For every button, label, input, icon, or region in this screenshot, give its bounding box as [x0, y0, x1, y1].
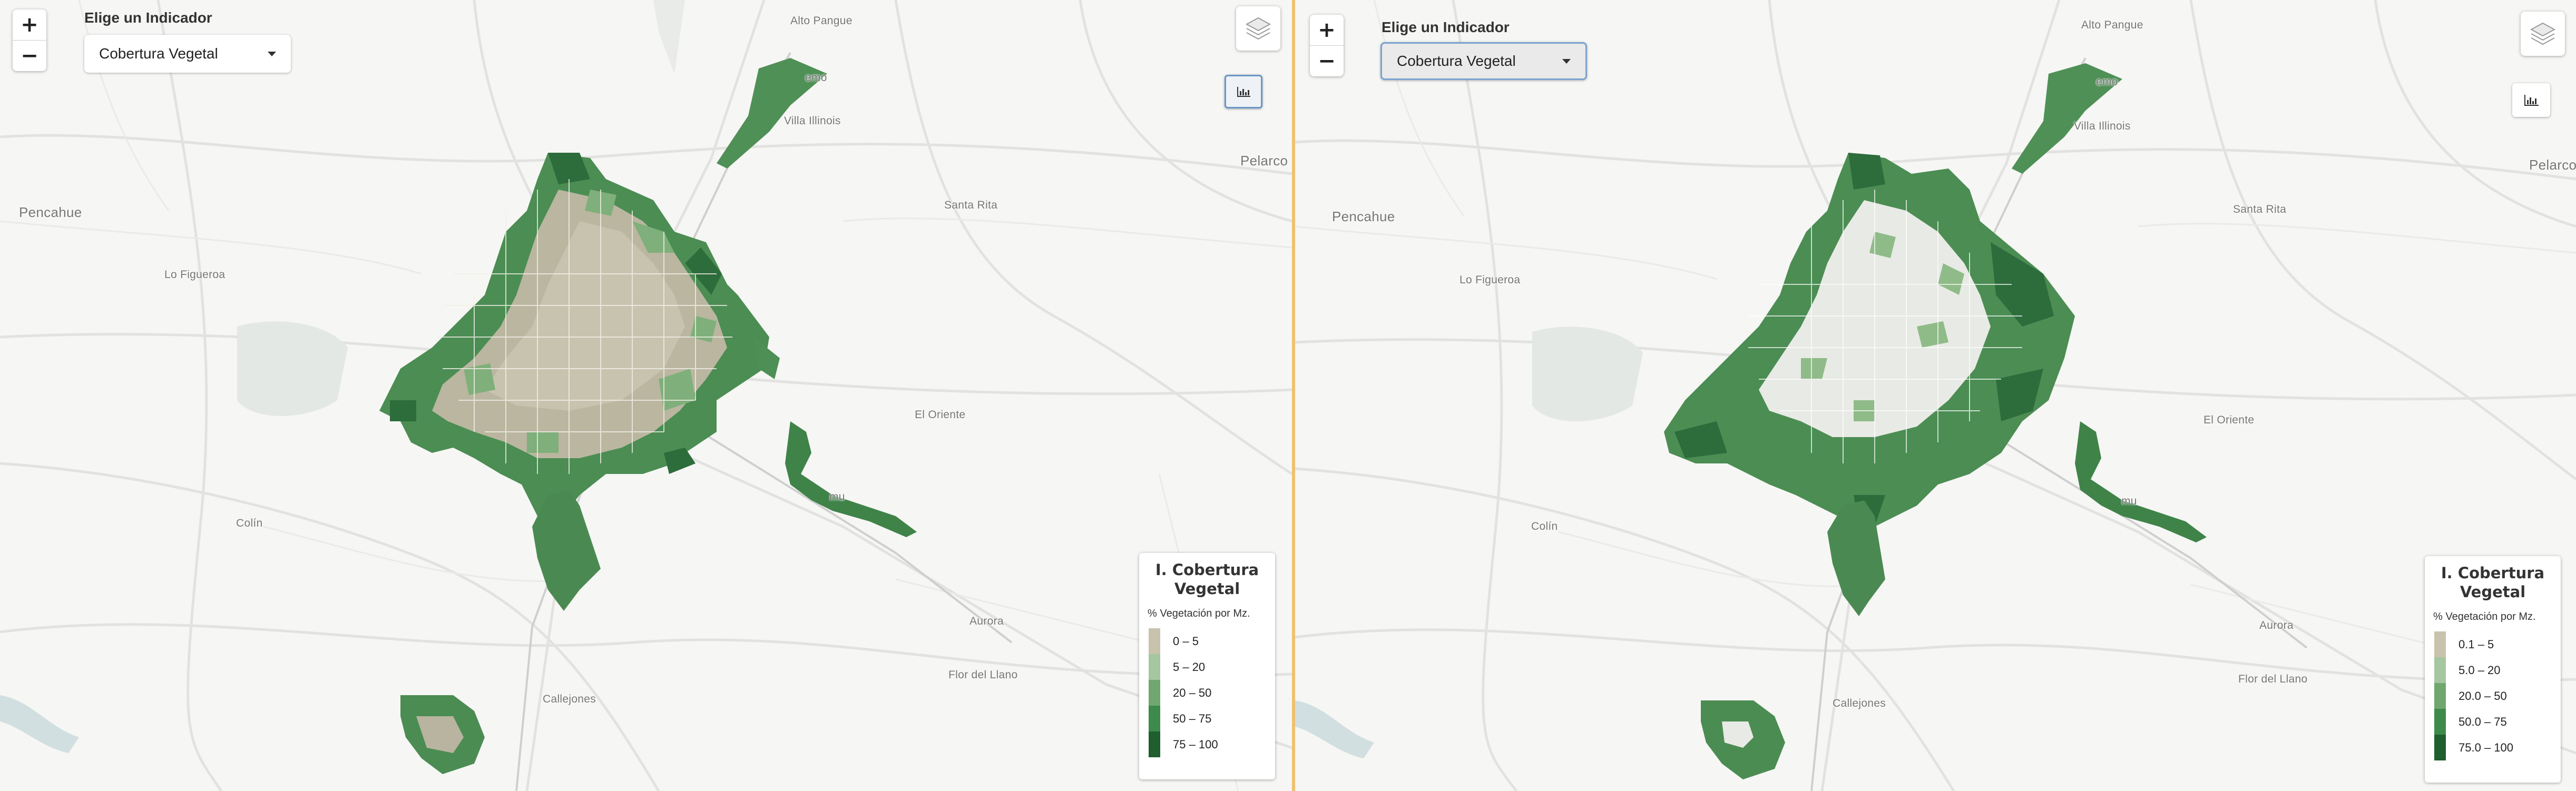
place-label: Callejones [543, 693, 596, 705]
chart-button[interactable] [2512, 83, 2550, 117]
place-label: Flor del Llano [948, 669, 1018, 681]
place-label: Colín [236, 517, 263, 529]
place-label: Pelarco [2529, 157, 2576, 173]
legend-swatch [1149, 680, 1160, 706]
legend-swatch [2434, 631, 2446, 657]
east-settlement [785, 421, 917, 537]
railway-branch [1995, 436, 2308, 649]
east-settlement [2075, 421, 2207, 542]
legend-subtitle: % Vegetación por Mz. [2433, 611, 2536, 622]
legend-title: I. Cobertura Vegetal [2441, 564, 2545, 601]
place-label: Pencahue [19, 204, 82, 220]
water-area [0, 695, 79, 753]
park-area [1532, 327, 1643, 421]
place-label: emo [805, 72, 827, 84]
legend-item: 0.1 – 5 [2433, 631, 2552, 657]
indicator-select-value: Cobertura Vegetal [99, 45, 218, 62]
zoom-out-button[interactable]: − [1310, 46, 1344, 76]
legend: I. Cobertura Vegetal % Vegetación por Mz… [2425, 556, 2561, 783]
map-canvas-left[interactable] [0, 0, 1292, 791]
zoom-control: + − [1310, 15, 1344, 76]
legend-item: 20.0 – 50 [2433, 683, 2552, 709]
place-label: emo [2096, 76, 2118, 88]
legend-item-label: 5.0 – 20 [2459, 664, 2501, 677]
zoom-in-button[interactable]: + [13, 9, 46, 41]
place-label: mu [2121, 495, 2137, 507]
legend: I. Cobertura Vegetal % Vegetación por Mz… [1139, 553, 1275, 779]
zoom-control: + − [13, 9, 46, 71]
legend-item: 20 – 50 [1148, 680, 1267, 706]
legend-item: 0 – 5 [1148, 628, 1267, 654]
legend-item: 50.0 – 75 [2433, 709, 2552, 735]
layers-button[interactable] [1236, 6, 1280, 51]
indicator-select[interactable]: Cobertura Vegetal [1380, 42, 1587, 80]
indicator-select[interactable]: Cobertura Vegetal [84, 35, 291, 73]
legend-item: 5 – 20 [1148, 654, 1267, 680]
zoom-in-button[interactable]: + [1310, 15, 1344, 46]
layers-icon [2530, 22, 2556, 45]
legend-swatch [2434, 735, 2446, 760]
legend-item-label: 0.1 – 5 [2459, 638, 2494, 651]
place-label: Aurora [969, 615, 1004, 627]
place-label: Aurora [2259, 619, 2294, 631]
south-corridor [532, 490, 601, 611]
map-panel-left[interactable]: Alto Pangue emo Villa Illinois Pelarco P… [0, 0, 1292, 791]
legend-item-label: 75 – 100 [1173, 738, 1218, 751]
legend-swatch [1149, 706, 1160, 731]
legend-item-label: 50 – 75 [1173, 712, 1212, 725]
legend-item-label: 0 – 5 [1173, 635, 1199, 648]
legend-item: 50 – 75 [1148, 706, 1267, 731]
place-label: Callejones [1833, 697, 1886, 709]
indicator-select-value: Cobertura Vegetal [1397, 53, 1516, 69]
place-label: Villa Illinois [784, 115, 841, 127]
zoom-out-button[interactable]: − [13, 41, 46, 71]
caret-down-icon [1562, 59, 1571, 64]
indicator-label: Elige un Indicador [1382, 19, 1510, 35]
legend-swatch [1149, 731, 1160, 757]
chart-button[interactable] [1225, 75, 1262, 108]
legend-item-label: 50.0 – 75 [2459, 715, 2507, 728]
place-label: Villa Illinois [2074, 120, 2131, 132]
bar-chart-icon [2524, 95, 2539, 106]
place-label: Flor del Llano [2238, 673, 2308, 685]
park-area [237, 321, 348, 416]
place-label: Colín [1531, 520, 1558, 532]
map-panel-right[interactable]: Alto Pangue emo Villa Illinois Pelarco P… [1295, 0, 2576, 791]
legend-swatch [1149, 654, 1160, 680]
place-label: Lo Figueroa [164, 269, 226, 281]
legend-item: 75.0 – 100 [2433, 735, 2552, 760]
layers-button[interactable] [2521, 12, 2565, 56]
place-label: Santa Rita [2233, 203, 2287, 215]
bar-chart-icon [1237, 87, 1250, 97]
place-label: Lo Figueroa [1460, 274, 1521, 286]
indicator-label: Elige un Indicador [84, 9, 212, 26]
place-label: El Oriente [2203, 414, 2255, 426]
legend-swatch [2434, 683, 2446, 709]
gray-area [653, 0, 685, 74]
legend-item: 5.0 – 20 [2433, 657, 2552, 683]
legend-swatch [2434, 657, 2446, 683]
place-label: Alto Pangue [2081, 19, 2143, 31]
layers-icon [1245, 17, 1271, 40]
railway-branch [700, 431, 1013, 644]
place-label: Santa Rita [944, 199, 998, 211]
place-label: Pencahue [1332, 209, 1395, 224]
legend-swatch [1149, 628, 1160, 654]
place-label: Pelarco [1240, 153, 1288, 169]
map-canvas-right[interactable] [1295, 0, 2576, 791]
legend-item-label: 75.0 – 100 [2459, 741, 2513, 754]
legend-item-label: 20.0 – 50 [2459, 689, 2507, 703]
split-map-view: Alto Pangue emo Villa Illinois Pelarco P… [0, 0, 2576, 791]
caret-down-icon [268, 52, 276, 56]
place-label: Alto Pangue [790, 15, 853, 27]
water-area [1295, 700, 1374, 758]
place-label: El Oriente [915, 409, 966, 421]
legend-item: 75 – 100 [1148, 731, 1267, 757]
legend-swatch [2434, 709, 2446, 735]
legend-subtitle: % Vegetación por Mz. [1148, 608, 1250, 619]
legend-item-label: 5 – 20 [1173, 660, 1206, 674]
legend-title: I. Cobertura Vegetal [1155, 561, 1259, 598]
place-label: mu [829, 491, 845, 503]
legend-item-label: 20 – 50 [1173, 686, 1212, 699]
